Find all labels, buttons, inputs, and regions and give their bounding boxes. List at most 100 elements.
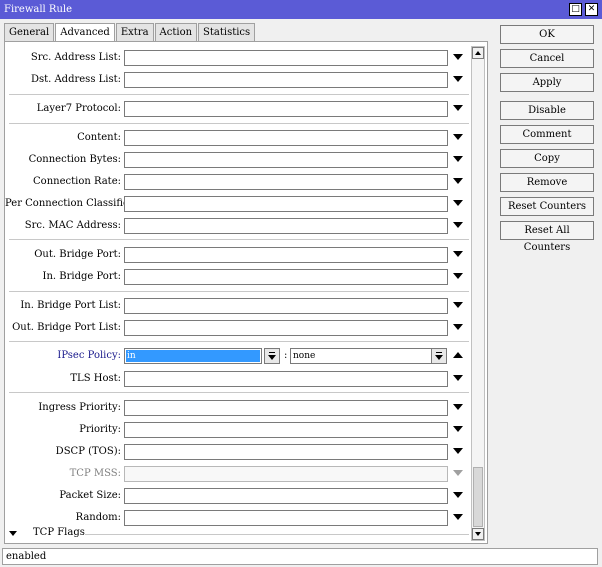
dscp-field[interactable] (124, 444, 448, 460)
expand-arrow-icon[interactable] (453, 251, 463, 257)
connection-rate-row: Connection Rate: (5, 173, 475, 191)
per-connection-classifier-field[interactable] (124, 196, 448, 212)
in-bridge-port-row: In. Bridge Port: (5, 268, 475, 286)
close-icon[interactable]: ✕ (585, 3, 598, 16)
expand-arrow-icon[interactable] (453, 134, 463, 140)
window-titlebar: Firewall Rule □ ✕ (0, 0, 602, 19)
dst-address-list-label: Dst. Address List: (30, 74, 121, 85)
expand-arrow-icon[interactable] (453, 156, 463, 162)
priority-field[interactable] (124, 422, 448, 438)
reset-counters-button[interactable]: Reset Counters (500, 197, 594, 216)
tls-host-field[interactable] (124, 371, 448, 387)
in-bridge-port-list-field[interactable] (124, 298, 448, 314)
packet-size-field[interactable] (124, 488, 448, 504)
out-bridge-port-list-label: Out. Bridge Port List: (12, 322, 121, 333)
expand-arrow-icon[interactable] (453, 302, 463, 308)
expand-arrow-icon[interactable] (453, 222, 463, 228)
out-bridge-port-row: Out. Bridge Port: (5, 246, 475, 264)
priority-row: Priority: (5, 421, 475, 439)
out-bridge-port-label: Out. Bridge Port: (34, 249, 121, 260)
expand-arrow-icon[interactable] (453, 105, 463, 111)
scroll-up-icon[interactable] (472, 47, 484, 59)
expand-arrow-icon[interactable] (453, 448, 463, 454)
ipsec-policy-row: IPsec Policy: in : none (5, 347, 475, 365)
out-bridge-port-field[interactable] (124, 247, 448, 263)
section-collapse-icon[interactable] (9, 531, 17, 536)
vertical-scrollbar[interactable] (471, 46, 485, 541)
out-bridge-port-list-row: Out. Bridge Port List: (5, 319, 475, 337)
status-bar: enabled (2, 548, 598, 565)
packet-size-row: Packet Size: (5, 487, 475, 505)
tab-action[interactable]: Action (154, 23, 198, 41)
tab-statistics[interactable]: Statistics (198, 23, 256, 41)
dscp-row: DSCP (TOS): (5, 443, 475, 461)
cancel-button[interactable]: Cancel (500, 49, 594, 68)
connection-rate-field[interactable] (124, 174, 448, 190)
expand-arrow-icon[interactable] (453, 375, 463, 381)
restore-icon[interactable]: □ (569, 3, 582, 16)
tab-extra[interactable]: Extra (115, 23, 154, 41)
content-field[interactable] (124, 130, 448, 146)
disable-button[interactable]: Disable (500, 101, 594, 120)
random-field[interactable] (124, 510, 448, 526)
expand-arrow-icon[interactable] (453, 404, 463, 410)
scroll-down-icon[interactable] (472, 528, 484, 540)
tcp-flags-section[interactable]: TCP Flags (9, 526, 469, 542)
remove-button[interactable]: Remove (500, 173, 594, 192)
expand-arrow-icon[interactable] (453, 54, 463, 60)
random-row: Random: (5, 509, 475, 527)
dst-address-list-row: Dst. Address List: (5, 71, 475, 89)
src-address-list-label: Src. Address List: (30, 52, 121, 63)
out-bridge-port-list-field[interactable] (124, 320, 448, 336)
expand-arrow-icon[interactable] (453, 324, 463, 330)
tab-general[interactable]: General (4, 23, 55, 41)
expand-arrow-icon[interactable] (453, 178, 463, 184)
expand-arrow-icon[interactable] (453, 514, 463, 520)
reset-all-counters-button[interactable]: Reset All Counters (500, 221, 594, 253)
tls-host-label: TLS Host: (70, 373, 121, 384)
ipsec-direction-dropdown-icon[interactable] (264, 348, 280, 364)
ipsec-policy-label: IPsec Policy: (57, 350, 121, 361)
src-address-list-field[interactable] (124, 50, 448, 66)
connection-bytes-row: Connection Bytes: (5, 151, 475, 169)
priority-label: Priority: (79, 424, 121, 435)
connection-bytes-field[interactable] (124, 152, 448, 168)
collapse-arrow-icon[interactable] (453, 352, 463, 358)
dscp-label: DSCP (TOS): (55, 446, 121, 457)
ipsec-separator: : (284, 350, 288, 361)
in-bridge-port-field[interactable] (124, 269, 448, 285)
in-bridge-port-label: In. Bridge Port: (42, 271, 122, 282)
dst-address-list-field[interactable] (124, 72, 448, 88)
separator (9, 94, 469, 95)
section-divider (85, 534, 469, 535)
separator (9, 291, 469, 292)
layer7-protocol-field[interactable] (124, 101, 448, 117)
tcp-mss-field (124, 466, 448, 482)
per-connection-classifier-label: Per Connection Classifier: (5, 198, 138, 209)
expand-arrow-icon[interactable] (453, 426, 463, 432)
in-bridge-port-list-row: In. Bridge Port List: (5, 297, 475, 315)
apply-button[interactable]: Apply (500, 73, 594, 92)
src-mac-address-label: Src. MAC Address: (24, 220, 121, 231)
scroll-thumb[interactable] (473, 467, 483, 527)
copy-button[interactable]: Copy (500, 149, 594, 168)
connection-rate-label: Connection Rate: (33, 176, 121, 187)
expand-arrow-icon[interactable] (453, 492, 463, 498)
ingress-priority-label: Ingress Priority: (38, 402, 121, 413)
ipsec-policy-dropdown-icon[interactable] (431, 348, 447, 364)
separator (9, 239, 469, 240)
packet-size-label: Packet Size: (59, 490, 121, 501)
ingress-priority-field[interactable] (124, 400, 448, 416)
content-row: Content: (5, 129, 475, 147)
advanced-panel: Src. Address List: Dst. Address List: La… (4, 41, 488, 544)
tab-advanced[interactable]: Advanced (55, 23, 115, 42)
expand-arrow-icon[interactable] (453, 76, 463, 82)
ipsec-policy-select[interactable]: none (290, 348, 432, 364)
ok-button[interactable]: OK (500, 25, 594, 44)
expand-arrow-icon[interactable] (453, 200, 463, 206)
src-mac-address-field[interactable] (124, 218, 448, 234)
ipsec-direction-select[interactable]: in (124, 348, 262, 364)
ingress-priority-row: Ingress Priority: (5, 399, 475, 417)
comment-button[interactable]: Comment (500, 125, 594, 144)
expand-arrow-icon[interactable] (453, 273, 463, 279)
